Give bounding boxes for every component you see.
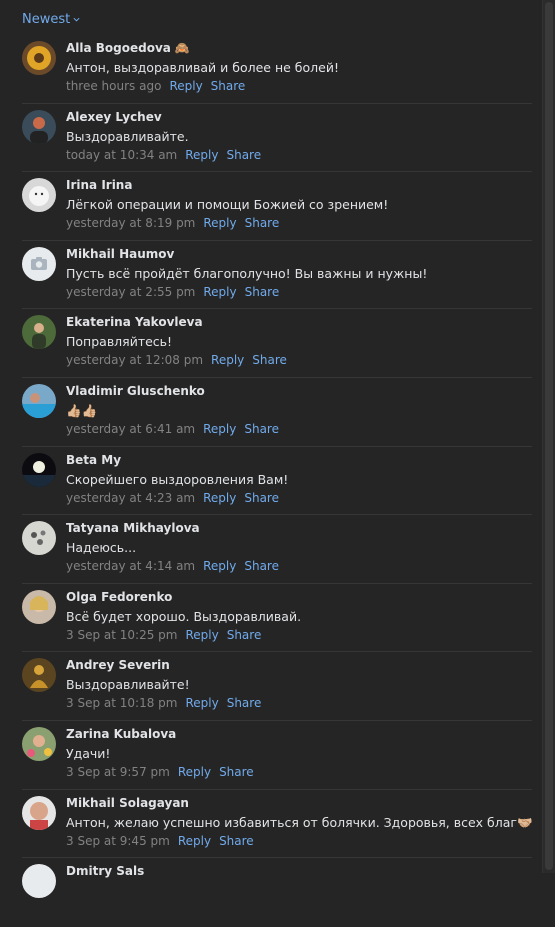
reply-button[interactable]: Reply [203, 491, 236, 505]
avatar[interactable] [22, 452, 56, 487]
comment-time[interactable]: yesterday at 4:14 am [66, 559, 195, 573]
comment-time[interactable]: yesterday at 8:19 pm [66, 216, 195, 230]
comment-time[interactable]: today at 10:34 am [66, 148, 177, 162]
author-name[interactable]: Tatyana Mikhaylova [66, 521, 200, 535]
comments-list: Alla Bogoedova 🙈 Антон, выздоравливай и б… [22, 35, 533, 927]
reply-button[interactable]: Reply [169, 79, 202, 93]
share-button[interactable]: Share [244, 422, 279, 436]
share-button[interactable]: Share [252, 353, 287, 367]
avatar[interactable] [22, 178, 56, 213]
comment-time[interactable]: 3 Sep at 9:57 pm [66, 765, 170, 779]
comment-text: Выздоравливайте. [66, 128, 189, 144]
reply-button[interactable]: Reply [203, 422, 236, 436]
reply-button[interactable]: Reply [185, 696, 218, 710]
author-name[interactable]: Irina Irina [66, 178, 132, 192]
comment-time[interactable]: 3 Sep at 10:18 pm [66, 696, 177, 710]
share-button[interactable]: Share [244, 559, 279, 573]
avatar[interactable] [22, 589, 56, 624]
author-name[interactable]: Zarina Kubalova [66, 727, 176, 741]
share-button[interactable]: Share [219, 834, 254, 848]
avatar[interactable] [22, 315, 56, 350]
comment-item: Vladimir Gluschenko 👍🏼👍🏼 yesterday at 6:… [22, 378, 532, 447]
comment-text: Выздоравливайте! [66, 677, 190, 693]
share-button[interactable]: Share [227, 628, 262, 642]
sort-label: Newest [22, 12, 71, 27]
author-name[interactable]: Alexey Lychev [66, 110, 162, 124]
comment-item: Dmitry Sals [22, 858, 532, 927]
reply-button[interactable]: Reply [203, 559, 236, 573]
author-name[interactable]: Ekaterina Yakovleva [66, 315, 203, 329]
comment-text: Антон, выздоравливай и более не болей! [66, 60, 339, 75]
avatar[interactable] [22, 246, 56, 281]
comment-text: Скорейшего выздоровления Вам! [66, 471, 289, 487]
reply-button[interactable]: Reply [203, 285, 236, 299]
comment-item: Olga Fedorenko Всё будет хорошо. Выздора… [22, 584, 532, 653]
reply-button[interactable]: Reply [203, 216, 236, 230]
reply-button[interactable]: Reply [178, 834, 211, 848]
comment-item: Ekaterina Yakovleva Поправляйтесь! yeste… [22, 309, 532, 378]
reply-button[interactable]: Reply [185, 628, 218, 642]
comment-time[interactable]: 3 Sep at 10:25 pm [66, 628, 177, 642]
share-button[interactable]: Share [244, 491, 279, 505]
sort-dropdown[interactable]: Newest [22, 12, 80, 27]
comment-time[interactable]: yesterday at 4:23 am [66, 491, 195, 505]
avatar[interactable] [22, 521, 56, 556]
comment-item: Mikhail Haumov Пусть всё пройдёт благопо… [22, 241, 532, 310]
comment-item: Alla Bogoedova 🙈 Антон, выздоравливай и б… [22, 35, 532, 104]
monkey-emoji: 🙈 [174, 41, 190, 55]
comment-time[interactable]: yesterday at 12:08 pm [66, 353, 203, 367]
comment-time[interactable]: yesterday at 2:55 pm [66, 285, 195, 299]
comment-item: Andrey Severin Выздоравливайте! 3 Sep at… [22, 652, 532, 721]
share-button[interactable]: Share [245, 285, 280, 299]
comment-item: Alexey Lychev Выздоравливайте. today at … [22, 104, 532, 173]
avatar[interactable] [22, 726, 56, 761]
share-button[interactable]: Share [226, 148, 261, 162]
comment-text: Антон, желаю успешно избавиться от боляч… [66, 814, 533, 830]
author-name[interactable]: Mikhail Haumov [66, 247, 174, 261]
share-button[interactable]: Share [245, 216, 280, 230]
avatar[interactable] [22, 109, 56, 144]
comment-text: 👍🏼👍🏼 [66, 402, 98, 418]
author-name[interactable]: Beta My [66, 453, 121, 467]
scrollbar[interactable] [542, 0, 555, 873]
comment-text: Удачи! [66, 745, 111, 761]
comment-time[interactable]: three hours ago [66, 79, 161, 93]
avatar[interactable] [22, 658, 56, 693]
scrollbar-thumb[interactable] [545, 2, 553, 870]
comment-text: Всё будет хорошо. Выздоравливай. [66, 608, 302, 624]
comment-text: Лёгкой операции и помощи Божией со зрени… [66, 197, 389, 213]
camera-icon [22, 246, 56, 281]
comment-time[interactable]: yesterday at 6:41 am [66, 422, 195, 436]
reply-button[interactable]: Reply [185, 148, 218, 162]
avatar[interactable] [22, 383, 56, 418]
comment-text: Поправляйтесь! [66, 334, 173, 350]
author-name[interactable]: Dmitry Sals [66, 864, 144, 878]
comment-text: Пусть всё пройдёт благополучно! Вы важны… [66, 265, 428, 281]
comment-item: Beta My Скорейшего выздоровления Вам! ye… [22, 447, 532, 516]
avatar[interactable] [22, 41, 56, 75]
author-name[interactable]: Andrey Severin [66, 658, 170, 672]
reply-button[interactable]: Reply [211, 353, 244, 367]
author-name[interactable]: Vladimir Gluschenko [66, 384, 205, 398]
author-name[interactable]: Alla Bogoedova 🙈 [66, 41, 190, 55]
comment-item: Mikhail Solagayan Антон, желаю успешно и… [22, 790, 533, 859]
comment-item: Irina Irina Лёгкой операции и помощи Бож… [22, 172, 532, 241]
avatar[interactable] [22, 864, 56, 899]
avatar[interactable] [22, 795, 56, 830]
comment-time[interactable]: 3 Sep at 9:45 pm [66, 834, 170, 848]
comment-item: Tatyana Mikhaylova Надеюсь... yesterday … [22, 515, 532, 584]
author-name[interactable]: Mikhail Solagayan [66, 796, 189, 810]
reply-button[interactable]: Reply [178, 765, 211, 779]
share-button[interactable]: Share [211, 79, 246, 93]
share-button[interactable]: Share [219, 765, 254, 779]
chevron-down-icon [73, 17, 80, 22]
comment-text: Надеюсь... [66, 540, 137, 556]
author-name[interactable]: Olga Fedorenko [66, 590, 172, 604]
share-button[interactable]: Share [227, 696, 262, 710]
comment-item: Zarina Kubalova Удачи! 3 Sep at 9:57 pm R… [22, 721, 532, 790]
